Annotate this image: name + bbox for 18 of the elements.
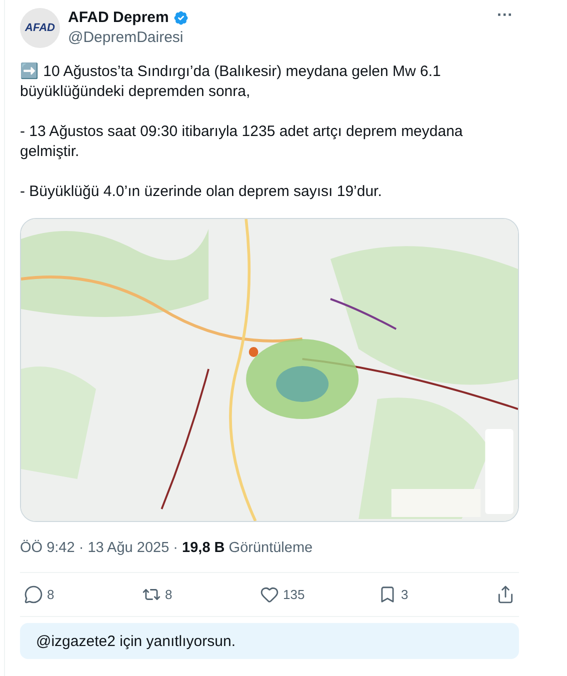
- share-button[interactable]: [496, 585, 515, 604]
- more-menu[interactable]: ···: [491, 8, 519, 24]
- reply-icon: [24, 585, 43, 604]
- tweet-text: - 13 Ağustos saat 09:30 itibarıyla 1235 adet artçı deprem meydana gelmiştir.: [20, 122, 464, 162]
- tweet-text: ➡ 10 Ağustos’ta Sındırgı’da (Balıkesir) meydana gelen Mw 6.1 büyüklüğündeki depremden sonra,: [20, 62, 442, 102]
- bookmark-button[interactable]: 3: [378, 585, 438, 604]
- author-handle[interactable]: @DepremDairesi: [68, 28, 484, 48]
- author-name[interactable]: AFAD Deprem: [68, 8, 169, 28]
- avatar[interactable]: AFAD: [20, 8, 60, 48]
- repost-button[interactable]: 8: [142, 585, 202, 604]
- reply-field[interactable]: @izgazete2 için yanıtlıyorsun.: [20, 623, 519, 659]
- share-icon: [496, 585, 515, 604]
- like-icon: [260, 585, 279, 604]
- bookmark-icon: [378, 585, 397, 604]
- reply-button[interactable]: 8: [24, 585, 84, 604]
- tweet-meta: ÖÖ 9:42 · 13 Ağu 2025 · 19,8 B Görüntüleme: [20, 538, 314, 558]
- tweet-text: - Büyüklüğü 4.0’ın üzerinde olan deprem sayısı 19’dur.: [20, 182, 383, 202]
- like-button[interactable]: 135: [260, 585, 320, 604]
